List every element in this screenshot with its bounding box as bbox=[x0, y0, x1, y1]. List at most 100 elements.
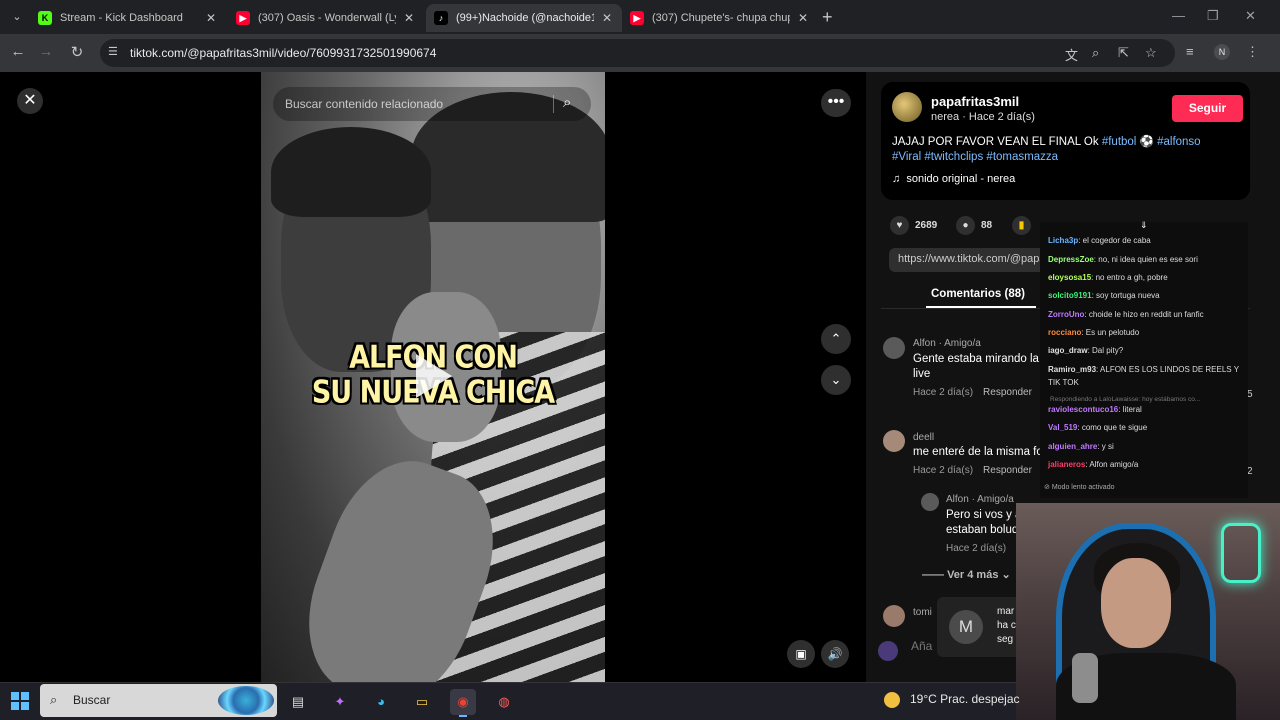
author-avatar[interactable] bbox=[892, 92, 922, 122]
commenter-name[interactable]: Alfon · Amigo/a bbox=[913, 338, 981, 349]
commenter-name[interactable]: tomi bbox=[913, 607, 932, 618]
comment-button[interactable]: ● 88 bbox=[956, 216, 992, 235]
browser-menu-icon[interactable]: ⋮ bbox=[1246, 44, 1259, 60]
reply-button[interactable]: Responder bbox=[983, 465, 1032, 476]
commenter-name[interactable]: deell bbox=[913, 432, 934, 443]
chat-username[interactable]: raviolescontuco16 bbox=[1048, 405, 1118, 414]
commenter-avatar[interactable] bbox=[921, 493, 939, 511]
tab-tiktok-nachoide[interactable]: ♪ (99+)Nachoide (@nachoide1) | ✕ bbox=[426, 4, 622, 32]
chat-username[interactable]: alguien_ahre bbox=[1048, 442, 1097, 451]
tab-search-chevron-icon[interactable]: ⌄ bbox=[8, 8, 26, 26]
hashtag-tomasmazza[interactable]: #tomasmazza bbox=[986, 151, 1058, 163]
tab-comments[interactable]: Comentarios (88) bbox=[931, 288, 1025, 300]
more-options-icon[interactable]: ••• bbox=[821, 89, 851, 117]
taskbar-search-label[interactable]: Buscar bbox=[73, 693, 110, 707]
next-video-button[interactable]: ⌄ bbox=[821, 365, 851, 395]
back-icon[interactable]: ← bbox=[8, 43, 28, 60]
youtube-icon: ▶ bbox=[630, 11, 644, 25]
windows-start-icon[interactable] bbox=[11, 692, 29, 710]
reply-button[interactable]: Responder bbox=[983, 387, 1032, 398]
tab-kick-dashboard[interactable]: K Stream - Kick Dashboard ✕ bbox=[30, 4, 226, 32]
weather-widget[interactable]: 19°C Prac. despejac bbox=[884, 692, 1020, 708]
heart-icon: ♥ bbox=[890, 216, 909, 235]
chat-message: DepressZoe: no, ni idea quien es ese sor… bbox=[1048, 255, 1198, 264]
close-tab-icon[interactable]: ✕ bbox=[600, 11, 614, 25]
bookmark-star-icon[interactable]: ☆ bbox=[1145, 45, 1157, 61]
chat-header: ⇓ bbox=[1040, 220, 1248, 232]
chat-username[interactable]: Val_519 bbox=[1048, 423, 1077, 432]
chrome-icon[interactable]: ◉ bbox=[450, 689, 476, 717]
site-info-icon[interactable]: ☰ bbox=[108, 45, 118, 58]
media-controls-icon[interactable]: ≡ bbox=[1186, 44, 1194, 59]
maximize-icon[interactable]: ❐ bbox=[1207, 8, 1219, 24]
hashtag-viral[interactable]: #Viral bbox=[892, 151, 921, 163]
save-button[interactable]: ▮ bbox=[1012, 216, 1037, 235]
translate-icon[interactable]: 文 bbox=[1065, 45, 1078, 64]
sound-name[interactable]: sonido original - nerea bbox=[906, 173, 1015, 185]
add-comment-input[interactable]: Aña bbox=[911, 639, 932, 653]
taskbar-search[interactable]: ⌕ Buscar bbox=[40, 684, 277, 717]
comment-meta: Hace 2 día(s) Responder bbox=[913, 465, 1032, 476]
view-more-replies-button[interactable]: —— Ver 4 más ⌄ bbox=[922, 568, 1011, 581]
tab-oasis-wonderwall[interactable]: ▶ (307) Oasis - Wonderwall (Lyric ✕ bbox=[228, 4, 424, 32]
profile-avatar[interactable]: N bbox=[1214, 44, 1230, 60]
chat-username[interactable]: Ramiro_m93 bbox=[1048, 365, 1096, 374]
commenter-avatar[interactable] bbox=[883, 430, 905, 452]
obs-icon[interactable]: ◍ bbox=[491, 689, 517, 715]
view-more-label[interactable]: Ver 4 más bbox=[947, 569, 998, 581]
close-tab-icon[interactable]: ✕ bbox=[402, 11, 416, 25]
search-divider bbox=[553, 95, 554, 113]
commenter-name[interactable]: Alfon · Amigo/a bbox=[946, 494, 1014, 505]
close-video-button[interactable]: ✕ bbox=[17, 88, 43, 114]
forward-icon[interactable]: → bbox=[36, 43, 56, 60]
floating-player-icon[interactable]: ▣ bbox=[787, 640, 815, 668]
close-tab-icon[interactable]: ✕ bbox=[796, 11, 810, 25]
author-subtitle: nerea · Hace 2 día(s) bbox=[931, 111, 1035, 123]
chat-username[interactable]: rocciano bbox=[1048, 328, 1081, 337]
close-window-icon[interactable]: ✕ bbox=[1245, 8, 1256, 24]
previous-video-button[interactable]: ⌃ bbox=[821, 324, 851, 354]
close-tab-icon[interactable]: ✕ bbox=[204, 11, 218, 25]
reload-icon[interactable]: ↻ bbox=[67, 43, 87, 61]
task-view-icon[interactable]: ▤ bbox=[285, 689, 311, 715]
commenter-avatar[interactable] bbox=[883, 605, 905, 627]
zoom-icon[interactable]: ⌕ bbox=[1092, 45, 1099, 61]
search-icon[interactable]: ⌕ bbox=[563, 94, 571, 111]
neon-cup-sign bbox=[1221, 523, 1261, 583]
file-explorer-icon[interactable]: ▭ bbox=[409, 689, 435, 715]
author-username[interactable]: papafritas3mil bbox=[931, 94, 1019, 109]
follow-button[interactable]: Seguir bbox=[1172, 95, 1243, 122]
comment-text: me enteré de la misma fo bbox=[913, 446, 1043, 458]
hashtag-twitchclips[interactable]: #twitchclips bbox=[924, 151, 983, 163]
like-button[interactable]: ♥ 2689 bbox=[890, 216, 937, 235]
post-description-card: papafritas3mil nerea · Hace 2 día(s) Seg… bbox=[881, 82, 1250, 200]
new-tab-icon[interactable]: + bbox=[822, 7, 833, 28]
chat-message: raviolescontuco16: literal bbox=[1048, 405, 1142, 414]
toast-line: mar bbox=[997, 606, 1015, 617]
video-player[interactable]: Buscar contenido relacionado ⌕ ALFON CON… bbox=[261, 72, 605, 682]
related-search-bar[interactable]: Buscar contenido relacionado ⌕ bbox=[273, 87, 591, 121]
play-icon[interactable] bbox=[416, 354, 452, 398]
tab-chupetes[interactable]: ▶ (307) Chupete's- chupa chupa c ✕ bbox=[622, 4, 818, 32]
commenter-avatar[interactable] bbox=[883, 337, 905, 359]
install-app-icon[interactable]: ⇱ bbox=[1118, 45, 1129, 61]
minimize-icon[interactable]: — bbox=[1172, 8, 1185, 23]
edge-icon[interactable]: ◕ bbox=[368, 689, 394, 715]
volume-icon[interactable]: 🔊 bbox=[821, 640, 849, 668]
chat-username[interactable]: DepressZoe bbox=[1048, 255, 1094, 264]
chat-username[interactable]: solcito9191 bbox=[1048, 291, 1092, 300]
address-bar[interactable]: ☰ tiktok.com/@papafritas3mil/video/76099… bbox=[100, 39, 1175, 67]
hashtag-futbol[interactable]: #futbol bbox=[1102, 136, 1137, 148]
related-search-placeholder[interactable]: Buscar contenido relacionado bbox=[285, 97, 443, 111]
sound-link[interactable]: ♫ sonido original - nerea bbox=[892, 173, 1015, 185]
chat-username[interactable]: Licha3p bbox=[1048, 236, 1078, 245]
weather-text: 19°C Prac. despejac bbox=[910, 692, 1020, 707]
chat-username[interactable]: iago_draw bbox=[1048, 346, 1088, 355]
chat-username[interactable]: ZorroUno bbox=[1048, 310, 1084, 319]
url-text[interactable]: tiktok.com/@papafritas3mil/video/7609931… bbox=[130, 46, 436, 60]
chat-filter-icon: ⇓ bbox=[1140, 220, 1148, 230]
copilot-icon[interactable]: ✦ bbox=[327, 689, 353, 715]
hashtag-alfonso[interactable]: #alfonso bbox=[1157, 136, 1200, 148]
chat-username[interactable]: jalianeros bbox=[1048, 460, 1085, 469]
chat-username[interactable]: eloysosa15 bbox=[1048, 273, 1091, 282]
